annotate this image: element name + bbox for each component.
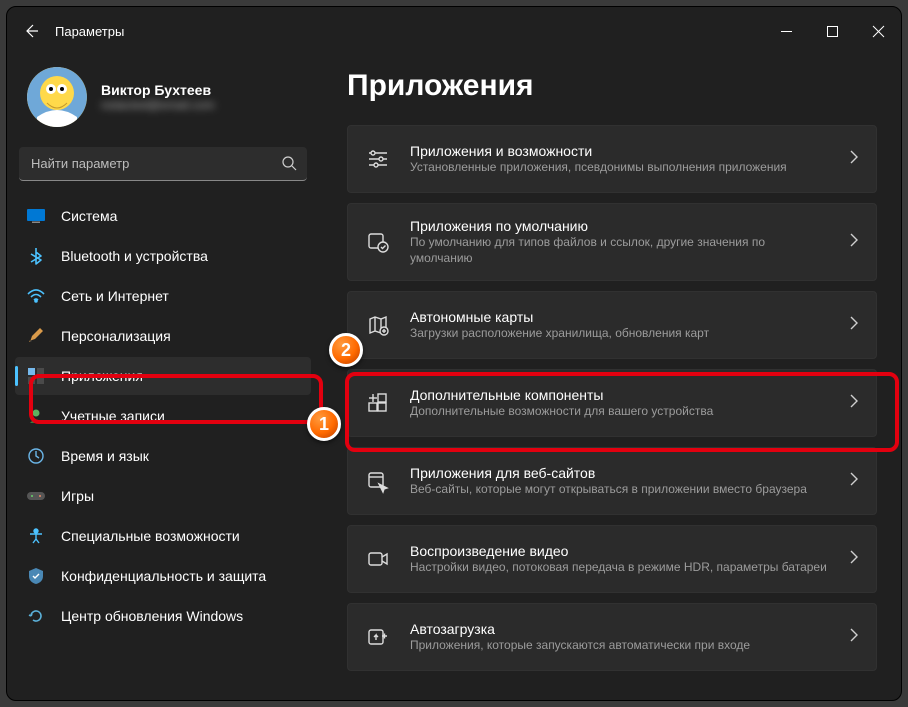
sidebar-item-personalization[interactable]: Персонализация — [15, 317, 311, 355]
chevron-right-icon — [850, 150, 858, 169]
card-subtitle: Загрузки расположение хранилища, обновле… — [410, 325, 830, 341]
card-offline-maps[interactable]: Автономные карты Загрузки расположение х… — [347, 291, 877, 359]
apps-features-icon — [366, 148, 390, 170]
sidebar-item-system[interactable]: Система — [15, 197, 311, 235]
video-playback-icon — [366, 548, 390, 570]
card-subtitle: Веб-сайты, которые могут открываться в п… — [410, 481, 830, 497]
sidebar-item-label: Учетные записи — [61, 408, 165, 424]
optional-features-icon — [366, 392, 390, 414]
sidebar-item-time-language[interactable]: Время и язык — [15, 437, 311, 475]
sidebar-item-label: Центр обновления Windows — [61, 608, 243, 624]
card-startup[interactable]: Автозагрузка Приложения, которые запуска… — [347, 603, 877, 671]
system-icon — [27, 209, 45, 223]
card-title: Приложения и возможности — [410, 143, 830, 159]
sidebar-item-label: Приложения — [61, 368, 143, 384]
chevron-right-icon — [850, 233, 858, 252]
sidebar-item-label: Специальные возможности — [61, 528, 240, 544]
sidebar-item-label: Конфиденциальность и защита — [61, 568, 266, 584]
main-content: Приложения Приложения и возможности Уста… — [319, 55, 901, 700]
apps-websites-icon — [366, 470, 390, 492]
time-language-icon — [27, 448, 45, 464]
sidebar-item-privacy[interactable]: Конфиденциальность и защита — [15, 557, 311, 595]
nav-list: Система Bluetooth и устройства Сеть и Ин… — [15, 197, 311, 635]
card-apps-for-websites[interactable]: Приложения для веб-сайтов Веб-сайты, кот… — [347, 447, 877, 515]
sidebar-item-label: Bluetooth и устройства — [61, 248, 208, 264]
card-subtitle: Установленные приложения, псевдонимы вып… — [410, 159, 830, 175]
card-title: Воспроизведение видео — [410, 543, 830, 559]
window-title: Параметры — [55, 24, 124, 39]
user-meta: Виктор Бухтеев redacted@email.com — [101, 82, 215, 112]
sidebar-item-accounts[interactable]: Учетные записи — [15, 397, 311, 435]
chevron-right-icon — [850, 394, 858, 413]
card-apps-features[interactable]: Приложения и возможности Установленные п… — [347, 125, 877, 193]
maximize-button[interactable] — [809, 15, 855, 47]
card-optional-features[interactable]: Дополнительные компоненты Дополнительные… — [347, 369, 877, 437]
chevron-right-icon — [850, 550, 858, 569]
offline-maps-icon — [366, 314, 390, 336]
close-button[interactable] — [855, 15, 901, 47]
sidebar-item-label: Время и язык — [61, 448, 149, 464]
search-input[interactable] — [19, 147, 307, 181]
card-default-apps[interactable]: Приложения по умолчанию По умолчанию для… — [347, 203, 877, 281]
sidebar: Виктор Бухтеев redacted@email.com Систем… — [7, 55, 319, 700]
page-title: Приложения — [347, 69, 877, 103]
chevron-right-icon — [850, 316, 858, 335]
bluetooth-icon — [27, 247, 45, 265]
chevron-right-icon — [850, 472, 858, 491]
default-apps-icon — [366, 231, 390, 253]
search-box[interactable] — [19, 147, 307, 181]
accessibility-icon — [27, 528, 45, 544]
gaming-icon — [27, 490, 45, 502]
privacy-icon — [27, 568, 45, 584]
startup-icon — [366, 626, 390, 648]
card-title: Приложения по умолчанию — [410, 218, 830, 234]
search-icon — [281, 155, 297, 176]
card-title: Приложения для веб-сайтов — [410, 465, 830, 481]
personalization-icon — [27, 327, 45, 345]
avatar — [27, 67, 87, 127]
network-icon — [27, 289, 45, 303]
sidebar-item-label: Сеть и Интернет — [61, 288, 169, 304]
card-title: Автономные карты — [410, 309, 830, 325]
user-email: redacted@email.com — [101, 98, 215, 112]
minimize-icon — [781, 26, 792, 37]
user-block[interactable]: Виктор Бухтеев redacted@email.com — [15, 63, 311, 147]
sidebar-item-apps[interactable]: Приложения — [15, 357, 311, 395]
user-name: Виктор Бухтеев — [101, 82, 215, 98]
sidebar-item-accessibility[interactable]: Специальные возможности — [15, 517, 311, 555]
maximize-icon — [827, 26, 838, 37]
card-subtitle: По умолчанию для типов файлов и ссылок, … — [410, 234, 830, 266]
sidebar-item-windows-update[interactable]: Центр обновления Windows — [15, 597, 311, 635]
back-arrow-icon — [23, 23, 39, 39]
back-button[interactable] — [7, 23, 55, 39]
windows-update-icon — [27, 608, 45, 624]
close-icon — [873, 26, 884, 37]
sidebar-item-label: Игры — [61, 488, 94, 504]
settings-window: Параметры — [6, 6, 902, 701]
sidebar-item-label: Персонализация — [61, 328, 171, 344]
minimize-button[interactable] — [763, 15, 809, 47]
sidebar-item-label: Система — [61, 208, 117, 224]
apps-icon — [27, 368, 45, 384]
card-subtitle: Приложения, которые запускаются автомати… — [410, 637, 830, 653]
card-subtitle: Дополнительные возможности для вашего ус… — [410, 403, 830, 419]
titlebar: Параметры — [7, 7, 901, 55]
card-subtitle: Настройки видео, потоковая передача в ре… — [410, 559, 830, 575]
card-title: Дополнительные компоненты — [410, 387, 830, 403]
sidebar-item-network[interactable]: Сеть и Интернет — [15, 277, 311, 315]
chevron-right-icon — [850, 628, 858, 647]
sidebar-item-bluetooth[interactable]: Bluetooth и устройства — [15, 237, 311, 275]
card-title: Автозагрузка — [410, 621, 830, 637]
card-video-playback[interactable]: Воспроизведение видео Настройки видео, п… — [347, 525, 877, 593]
accounts-icon — [27, 408, 45, 424]
sidebar-item-gaming[interactable]: Игры — [15, 477, 311, 515]
